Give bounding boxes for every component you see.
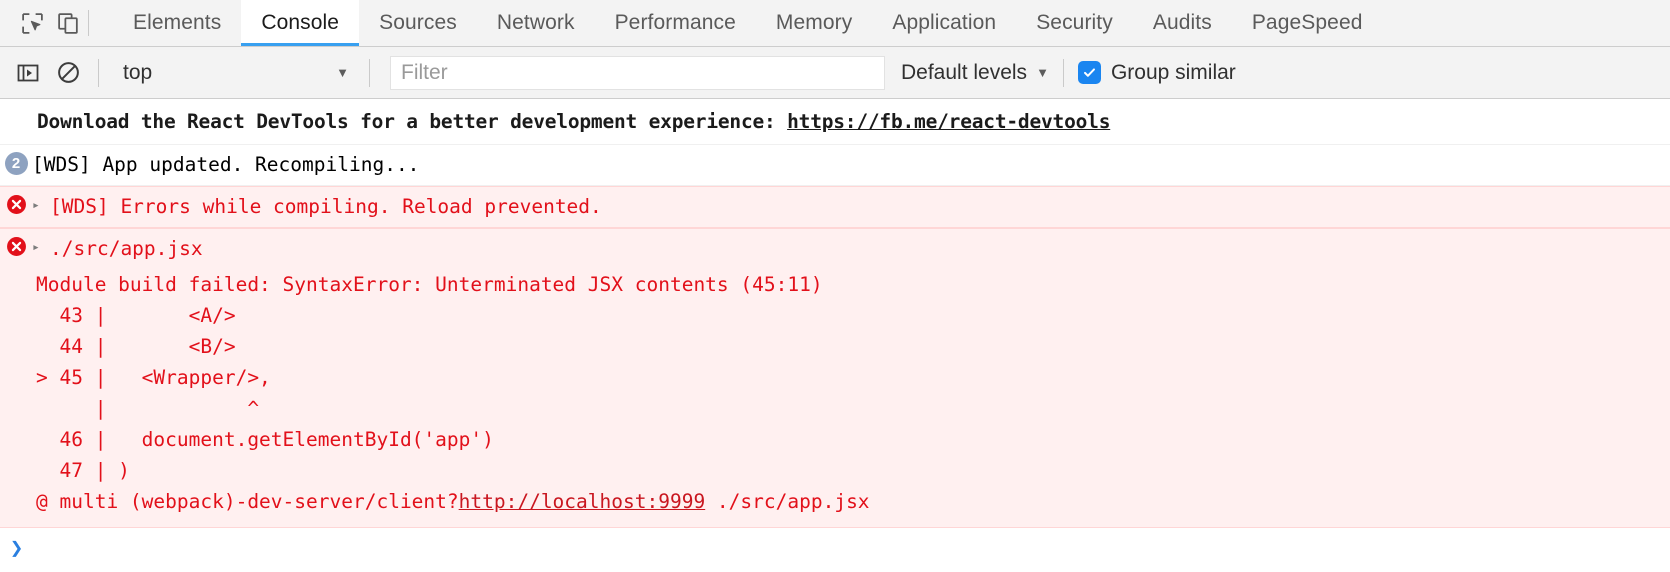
execution-context-value: top xyxy=(123,60,153,84)
error-code-line: 44 | <B/> xyxy=(36,335,236,358)
tab-console[interactable]: Console xyxy=(241,0,360,46)
filterbar-divider-2 xyxy=(369,58,370,87)
log-levels-select[interactable]: Default levels ▼ xyxy=(901,61,1049,85)
message-body: ./src/app.jsx xyxy=(50,233,1670,264)
error-code-line-highlighted: > 45 | <Wrapper/>, xyxy=(36,366,271,389)
message-text-line: Download the React DevTools for a better… xyxy=(37,106,1662,137)
error-file-path: ./src/app.jsx xyxy=(50,237,203,260)
localhost-url-link[interactable]: http://localhost:9999 xyxy=(459,490,706,513)
devtools-message-text: Download the React DevTools for a better… xyxy=(37,110,788,133)
group-similar-checkbox[interactable] xyxy=(1077,61,1101,84)
console-prompt[interactable]: ❯ xyxy=(0,528,1670,568)
panel-tabs: Elements Console Sources Network Perform… xyxy=(113,0,1383,46)
tab-network[interactable]: Network xyxy=(477,0,595,46)
tab-elements[interactable]: Elements xyxy=(113,0,241,46)
message-body: [WDS] App updated. Recompiling... xyxy=(32,149,1670,180)
tab-security[interactable]: Security xyxy=(1016,0,1133,46)
console-filter-bar: top ▼ Filter Default levels ▼ Group simi… xyxy=(0,47,1670,99)
console-message-react-devtools[interactable]: Download the React DevTools for a better… xyxy=(0,99,1670,145)
tab-memory[interactable]: Memory xyxy=(756,0,872,46)
inspect-element-icon[interactable] xyxy=(14,5,50,41)
chevron-down-icon: ▼ xyxy=(1036,65,1049,80)
error-code-line: 46 | document.getElementById('app') xyxy=(36,428,494,451)
console-message-app-jsx[interactable]: ▸ ./src/app.jsx xyxy=(0,228,1670,269)
message-gutter xyxy=(0,106,32,109)
group-similar-label: Group similar xyxy=(1110,60,1236,84)
message-body: [WDS] Errors while compiling. Reload pre… xyxy=(50,191,1670,222)
console-message-wds-errors[interactable]: ▸ [WDS] Errors while compiling. Reload p… xyxy=(0,186,1670,228)
filterbar-divider-3 xyxy=(1062,58,1064,87)
clear-console-icon[interactable] xyxy=(48,53,88,93)
device-toolbar-icon[interactable] xyxy=(50,5,86,41)
react-devtools-link[interactable]: https://fb.me/react-devtools xyxy=(787,110,1110,133)
message-gutter xyxy=(0,233,32,257)
error-caret-line: | ^ xyxy=(36,397,260,420)
chevron-down-icon: ▼ xyxy=(336,65,349,80)
console-sidebar-icon[interactable] xyxy=(8,53,48,93)
group-similar-toggle[interactable]: Group similar xyxy=(1077,60,1236,85)
error-detail-line: Module build failed: SyntaxError: Unterm… xyxy=(36,273,823,296)
log-levels-label: Default levels xyxy=(901,60,1028,84)
error-footer-line: @ multi (webpack)-dev-server/client?http… xyxy=(36,486,1670,517)
prompt-chevron-icon: ❯ xyxy=(10,535,24,561)
execution-context-select[interactable]: top ▼ xyxy=(109,53,359,93)
console-output: Download the React DevTools for a better… xyxy=(0,99,1670,568)
devtools-tabbar: Elements Console Sources Network Perform… xyxy=(0,0,1670,47)
tab-pagespeed[interactable]: PageSpeed xyxy=(1232,0,1383,46)
tab-performance[interactable]: Performance xyxy=(595,0,756,46)
message-text-line: [WDS] App updated. Recompiling... xyxy=(32,153,420,176)
error-icon xyxy=(6,237,26,256)
message-body: Download the React DevTools for a better… xyxy=(32,106,1670,137)
expand-arrow-icon[interactable]: ▸ xyxy=(32,191,50,219)
repeat-count-badge: 2 xyxy=(4,152,28,175)
error-footer-text-before: @ multi (webpack)-dev-server/client? xyxy=(36,490,459,513)
tab-application[interactable]: Application xyxy=(872,0,1016,46)
filter-placeholder: Filter xyxy=(401,60,448,84)
filterbar-divider-1 xyxy=(98,58,99,87)
devtools-tool-icons xyxy=(0,0,113,46)
error-stack-detail: Module build failed: SyntaxError: Unterm… xyxy=(0,269,1670,528)
error-icon xyxy=(6,195,26,214)
message-text-line: [WDS] Errors while compiling. Reload pre… xyxy=(50,195,602,218)
error-footer-text-after: ./src/app.jsx xyxy=(705,490,870,513)
expand-arrow-icon[interactable]: ▸ xyxy=(32,233,50,261)
console-message-wds-updated[interactable]: 2 [WDS] App updated. Recompiling... xyxy=(0,145,1670,186)
message-gutter xyxy=(0,191,32,215)
message-gutter: 2 xyxy=(0,149,32,175)
tab-sources[interactable]: Sources xyxy=(359,0,477,46)
error-code-line: 43 | <A/> xyxy=(36,304,236,327)
toolbar-divider xyxy=(88,10,89,36)
error-code-line: 47 | ) xyxy=(36,459,130,482)
filter-input[interactable]: Filter xyxy=(390,55,885,90)
tab-audits[interactable]: Audits xyxy=(1133,0,1232,46)
